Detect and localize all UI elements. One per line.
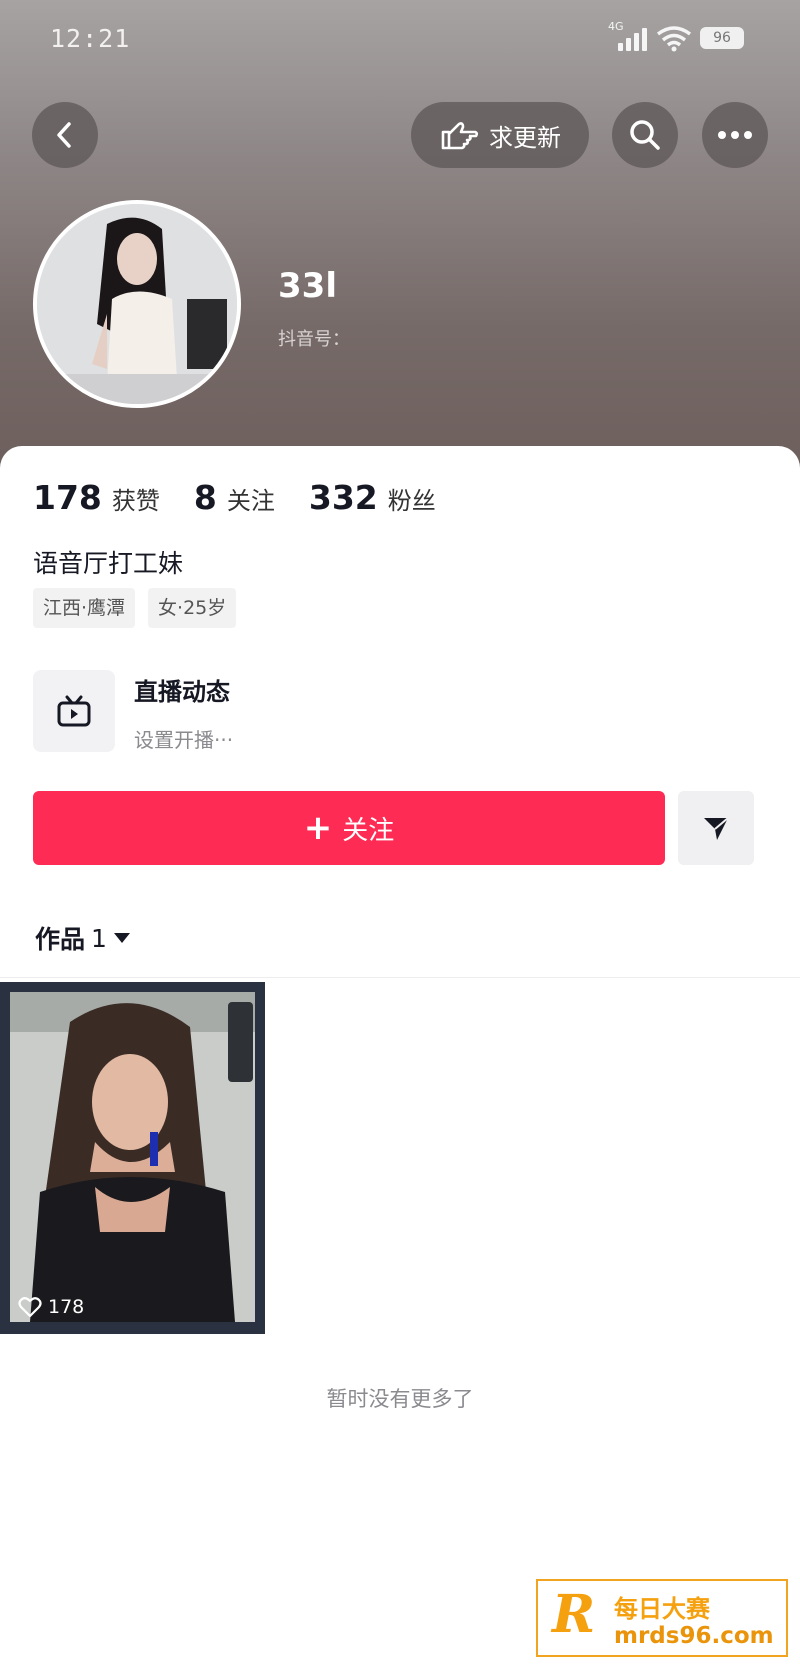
works-count: 1 [91, 923, 107, 953]
live-title[interactable]: 直播动态 [134, 672, 230, 707]
status-time: 12:21 [50, 24, 131, 53]
watermark-logo: R 每日大赛 mrds96.com [536, 1579, 788, 1657]
avatar-photo [37, 204, 237, 404]
video-likes: 178 [18, 1296, 84, 1318]
status-bar: 12:21 4G 96 [0, 0, 800, 80]
gender-age-tag: 女·25岁 [148, 588, 237, 628]
tv-icon [57, 695, 91, 727]
search-button[interactable] [612, 102, 678, 168]
request-update-button[interactable]: 求更新 [411, 102, 589, 168]
stat-value: 8 [193, 478, 217, 517]
location-tag: 江西·鹰潭 [33, 588, 136, 628]
live-subtitle: 设置开播··· [134, 728, 234, 752]
watermark-r: R [552, 1584, 596, 1645]
douyin-id: 抖音号： [278, 329, 350, 350]
video-cover-image [0, 982, 265, 1334]
share-button[interactable] [678, 791, 754, 865]
no-more-text: 暂时没有更多了 [326, 1387, 474, 1411]
heart-icon [18, 1297, 42, 1318]
profile-header: 12:21 4G 96 求更新 33l 抖音号： [0, 0, 800, 470]
video-likes-count: 178 [48, 1296, 85, 1318]
stat-label: 粉丝 [387, 487, 436, 515]
follow-label: 关注 [342, 815, 395, 846]
stat-label: 关注 [226, 487, 275, 515]
stat-following[interactable]: 8 关注 [194, 478, 275, 517]
more-button[interactable] [702, 102, 768, 168]
stat-value: 332 [308, 478, 378, 517]
pointing-hand-icon [441, 122, 479, 150]
profile-name: 33l [278, 266, 337, 306]
plus-icon: + [303, 808, 333, 848]
back-button[interactable] [32, 102, 98, 168]
chevron-left-icon [57, 122, 71, 148]
avatar[interactable] [33, 200, 241, 408]
stat-followers[interactable]: 332 粉丝 [309, 478, 436, 517]
stats-row: 178 获赞 8 关注 332 粉丝 [33, 478, 470, 518]
stat-likes[interactable]: 178 获赞 [33, 478, 160, 517]
send-icon [704, 817, 729, 840]
profile-bio: 语音厅打工妹 [33, 549, 184, 578]
watermark-url: mrds96.com [614, 1623, 774, 1649]
stat-value: 178 [33, 478, 102, 517]
request-update-label: 求更新 [489, 123, 561, 152]
profile-tags: 江西·鹰潭 女·25岁 [33, 588, 237, 628]
live-entry-button[interactable] [33, 670, 115, 752]
stat-label: 获赞 [111, 487, 160, 515]
divider [0, 977, 800, 978]
caret-down-icon [113, 933, 130, 943]
wifi-icon [656, 26, 692, 52]
watermark-cn: 每日大赛 [614, 1595, 710, 1623]
video-thumbnail[interactable]: 178 [0, 982, 265, 1334]
more-dots-icon [718, 131, 752, 139]
works-label: 作品 [35, 925, 86, 954]
search-icon [630, 120, 660, 150]
signal-icon [618, 27, 648, 51]
follow-button[interactable]: + 关注 [33, 791, 665, 865]
battery-indicator: 96 [700, 27, 744, 49]
tab-works[interactable]: 作品 1 [35, 920, 131, 956]
